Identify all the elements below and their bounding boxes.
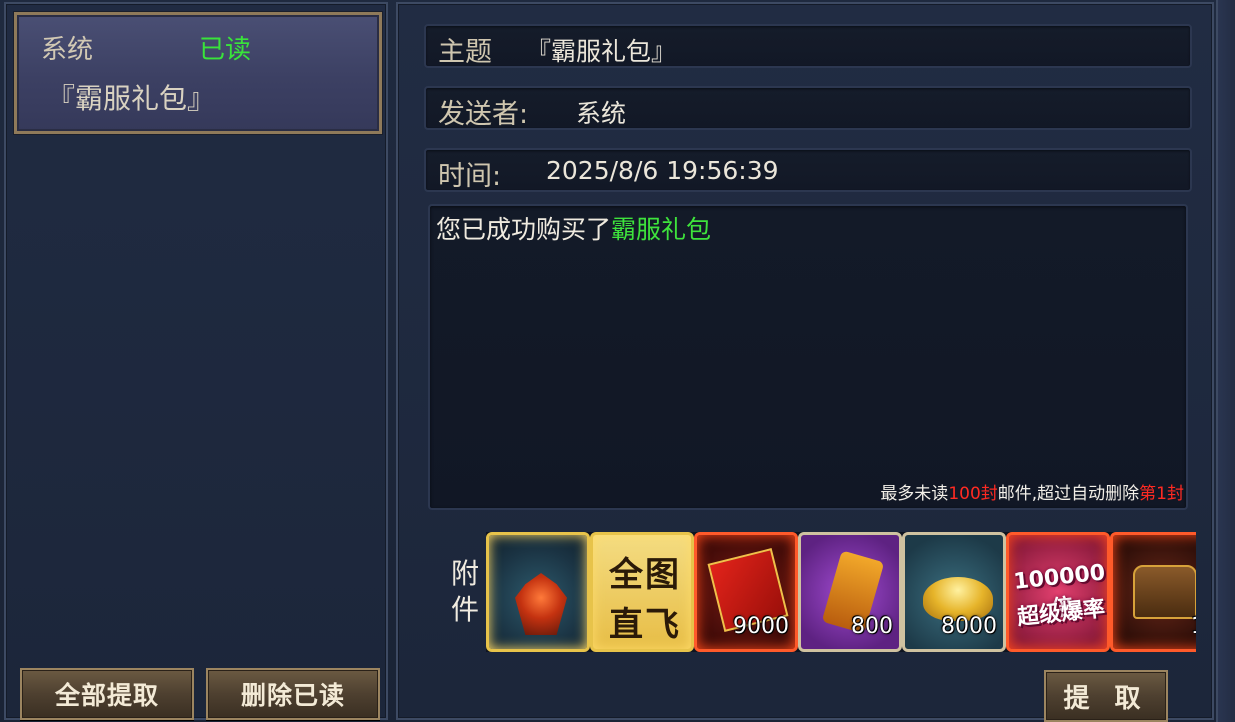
attachments-label-char-2: 件 bbox=[450, 593, 479, 626]
time-value: 2025/8/6 19:56:39 bbox=[546, 156, 779, 185]
mail-body: 您已成功购买了霸服礼包 最多未读100封邮件,超过自动删除第1封 bbox=[428, 204, 1188, 510]
note-part-1: 最多未读 bbox=[880, 484, 949, 504]
mail-list-panel: 系统 已读 『霸服礼包』 全部提取 删除已读 bbox=[4, 2, 388, 720]
sender-value: 系统 bbox=[576, 99, 627, 128]
attachment-slot-drop-rate[interactable]: 100000倍 超级爆率 bbox=[1006, 532, 1110, 652]
time-label: 时间: bbox=[438, 161, 502, 192]
note-part-2: 100封 bbox=[948, 484, 998, 504]
claim-button[interactable]: 提 取 bbox=[1044, 670, 1168, 722]
mail-detail-panel: 主题 『霸服礼包』 发送者: 系统 时间: 2025/8/6 19:56:39 … bbox=[396, 2, 1214, 722]
note-part-4: 第1封 bbox=[1139, 484, 1184, 504]
mail-item-title: 『霸服礼包』 bbox=[47, 82, 216, 115]
mail-body-prefix: 您已成功购买了 bbox=[436, 215, 612, 244]
sender-row: 发送者: 系统 bbox=[424, 86, 1192, 130]
treasure-chest-icon bbox=[1133, 565, 1196, 619]
attachment-slot-gold-ingot[interactable]: 8000 bbox=[902, 532, 1006, 652]
armor-icon bbox=[515, 573, 567, 635]
time-row: 时间: 2025/8/6 19:56:39 bbox=[424, 148, 1192, 192]
mail-body-highlight: 霸服礼包 bbox=[611, 215, 712, 244]
teleport-scroll-icon: 全图 bbox=[609, 555, 681, 595]
attachment-qty: 9000 bbox=[733, 614, 789, 639]
attachment-qty: 1 bbox=[1191, 614, 1196, 639]
attachments-label-char-1: 附 bbox=[450, 557, 479, 590]
attachment-slot-ticket[interactable]: 800 bbox=[798, 532, 902, 652]
teleport-scroll-icon-text: 直飞 bbox=[609, 605, 681, 645]
mail-body-text: 您已成功购买了霸服礼包 bbox=[436, 210, 711, 246]
mail-item-sender: 系统 bbox=[41, 35, 94, 65]
mail-item-status: 已读 bbox=[199, 35, 252, 65]
subject-value: 『霸服礼包』 bbox=[526, 37, 677, 66]
take-all-button[interactable]: 全部提取 bbox=[20, 668, 194, 720]
attachment-slot-teleport[interactable]: 全图 直飞 bbox=[590, 532, 694, 652]
mail-window: 系统 已读 『霸服礼包』 全部提取 删除已读 主题 『霸服礼包』 发送者: 系统… bbox=[0, 0, 1235, 722]
attachments-strip: 全图 直飞 9000 800 8000 100000倍 超级爆率 1 bbox=[486, 532, 1196, 652]
window-right-border bbox=[1216, 0, 1235, 722]
attachment-slot-red-envelope[interactable]: 9000 bbox=[694, 532, 798, 652]
attachment-slot-armor[interactable] bbox=[486, 532, 590, 652]
mail-list-item[interactable]: 系统 已读 『霸服礼包』 bbox=[14, 12, 382, 134]
attachments-label: 附 件 bbox=[448, 556, 482, 628]
delete-read-button[interactable]: 删除已读 bbox=[206, 668, 380, 720]
mail-limit-note: 最多未读100封邮件,超过自动删除第1封 bbox=[880, 479, 1184, 504]
attachment-slot-chest[interactable]: 1 bbox=[1110, 532, 1196, 652]
attachment-qty: 8000 bbox=[941, 614, 997, 639]
subject-label: 主题 bbox=[438, 37, 492, 68]
subject-row: 主题 『霸服礼包』 bbox=[424, 24, 1192, 68]
sender-label: 发送者: bbox=[438, 99, 529, 130]
note-part-3: 邮件,超过自动删除 bbox=[997, 484, 1140, 504]
attachment-qty: 800 bbox=[851, 614, 893, 639]
